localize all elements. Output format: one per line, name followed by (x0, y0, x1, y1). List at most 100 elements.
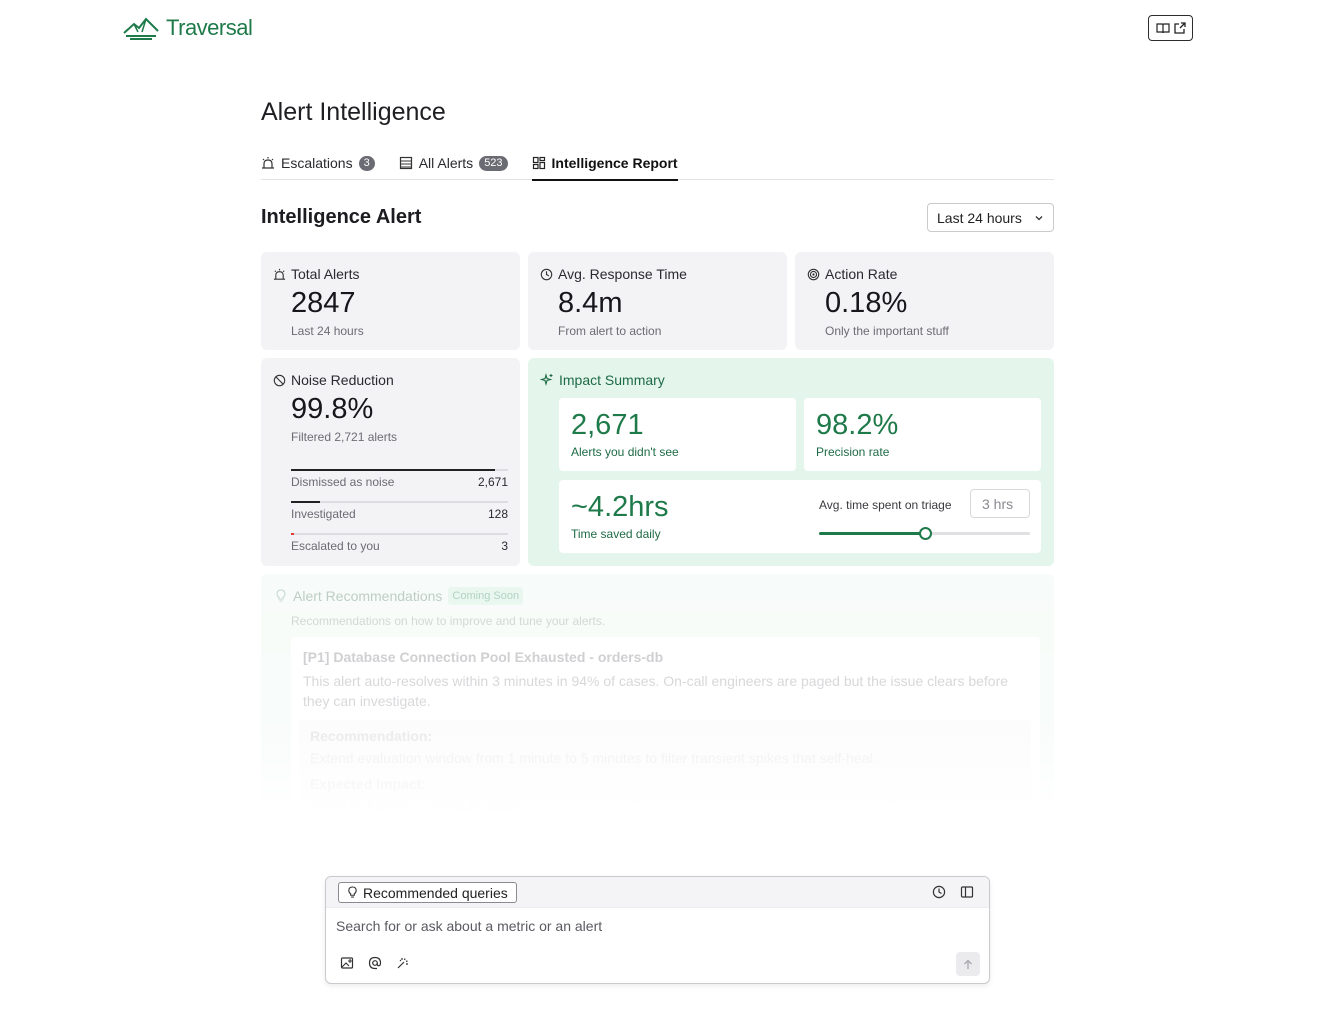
mountain-logo-icon (123, 17, 159, 40)
escalated-label: Escalated to you (291, 539, 380, 553)
recommendations-subtitle: Recommendations on how to improve and tu… (291, 614, 606, 628)
send-button[interactable] (956, 952, 980, 976)
brand-name: Traversal (166, 15, 253, 40)
noise-reduction-card: Noise Reduction 99.8% Filtered 2,721 ale… (261, 358, 520, 566)
siren-icon (273, 268, 286, 280)
investigated-bar-fill (291, 501, 321, 503)
unseen-alerts-box: 2,671 Alerts you didn't see (559, 398, 796, 471)
dismissed-count: 2,671 (477, 475, 508, 489)
response-time-card: Avg. Response Time 8.4m From alert to ac… (528, 252, 787, 350)
escalated-count: 3 (501, 539, 508, 553)
response-time-label: Avg. Response Time (558, 266, 687, 282)
tab-escalations-label: Escalations (281, 155, 353, 171)
total-alerts-value: 2847 (291, 287, 356, 319)
time-saved-label: Time saved daily (571, 527, 661, 541)
tab-intelligence-report[interactable]: Intelligence Report (531, 146, 678, 181)
triage-slider[interactable] (819, 527, 1030, 540)
response-time-sub: From alert to action (558, 324, 662, 338)
action-rate-sub: Only the important stuff (825, 324, 949, 338)
page-title: Alert Intelligence (261, 98, 446, 126)
bell-off-icon (273, 374, 286, 386)
history-icon[interactable] (931, 884, 947, 900)
target-icon (807, 268, 820, 280)
book-icon (1155, 23, 1170, 34)
action-rate-value: 0.18% (825, 287, 908, 319)
precision-value: 98.2% (816, 409, 899, 441)
tab-bar: Escalations 3 All Alerts 523 Intelligenc… (261, 146, 1054, 181)
recommendation-label: Recommendation: (310, 728, 433, 744)
image-upload-icon[interactable] (339, 955, 355, 971)
all-alerts-count-badge: 523 (479, 155, 508, 171)
total-alerts-sub: Last 24 hours (291, 324, 364, 338)
time-saved-box: ~4.2hrs Time saved daily Avg. time spent… (559, 480, 1041, 553)
lightbulb-icon (276, 589, 286, 602)
triage-time-input[interactable]: 3 hrs (970, 489, 1030, 518)
mention-icon[interactable] (367, 955, 383, 971)
action-rate-label: Action Rate (825, 266, 898, 282)
brand-logo[interactable]: Traversal (122, 14, 253, 42)
docs-button[interactable] (1148, 15, 1193, 41)
sparkles-icon (540, 373, 553, 387)
tab-intelligence-report-label: Intelligence Report (551, 155, 678, 171)
action-rate-card: Action Rate 0.18% Only the important stu… (795, 252, 1054, 350)
query-box-toolbar: Recommended queries (326, 877, 989, 908)
impact-summary-card: Impact Summary 2,671 Alerts you didn't s… (528, 358, 1054, 566)
tab-escalations[interactable]: Escalations 3 (261, 146, 375, 180)
time-range-value: Last 24 hours (937, 209, 1022, 226)
expected-impact-text: ~90% reduction in off-hours pages (310, 798, 524, 814)
recommendation-details: Recommendation: Extend evaluation window… (299, 720, 1031, 814)
chevron-down-icon (1035, 215, 1043, 220)
triage-slider-fill (819, 532, 925, 535)
sidebar-toggle-icon[interactable] (959, 884, 975, 900)
response-time-value: 8.4m (558, 287, 623, 319)
magic-wand-icon[interactable] (395, 955, 411, 971)
arrow-up-icon (964, 959, 972, 969)
dismissed-bar-fill (291, 469, 495, 471)
dashboard-icon (532, 156, 545, 170)
dismissed-label: Dismissed as noise (291, 475, 395, 489)
noise-row-dismissed: Dismissed as noise 2,671 (291, 469, 508, 489)
precision-box: 98.2% Precision rate (804, 398, 1041, 471)
noise-reduction-label: Noise Reduction (291, 372, 394, 388)
unseen-alerts-value: 2,671 (571, 409, 644, 441)
recommendation-alert-body: This alert auto-resolves within 3 minute… (303, 673, 1009, 709)
expected-impact-label: Expected Impact: (310, 776, 426, 792)
report-title: Intelligence Alert (261, 206, 422, 228)
time-range-select[interactable]: Last 24 hours (927, 203, 1054, 232)
triage-time-label: Avg. time spent on triage (819, 498, 952, 512)
precision-label: Precision rate (816, 445, 890, 459)
recommendation-text: Extend evaluation window from 1 minute t… (310, 750, 877, 766)
tab-all-alerts[interactable]: All Alerts 523 (399, 146, 508, 180)
triage-slider-handle[interactable] (918, 527, 932, 540)
unseen-alerts-label: Alerts you didn't see (571, 445, 679, 459)
alert-recommendations-panel: Alert Recommendations Coming Soon Recomm… (261, 574, 1054, 814)
query-input[interactable]: Search for or ask about a metric or an a… (336, 918, 602, 934)
tab-all-alerts-label: All Alerts (418, 155, 474, 171)
investigated-label: Investigated (291, 507, 356, 521)
total-alerts-label: Total Alerts (291, 266, 360, 282)
escalated-bar-fill (291, 533, 295, 535)
recommendations-title: Alert Recommendations (293, 588, 443, 604)
escalations-count-badge: 3 (358, 155, 375, 171)
recommendation-alert-title: [P1] Database Connection Pool Exhausted … (303, 649, 664, 665)
siren-icon (262, 157, 274, 169)
investigated-bar-track (291, 501, 508, 503)
lightbulb-icon (348, 886, 357, 898)
recommended-queries-label: Recommended queries (363, 884, 508, 901)
recommended-queries-button[interactable]: Recommended queries (338, 882, 517, 903)
time-saved-value: ~4.2hrs (571, 491, 669, 523)
coming-soon-badge: Coming Soon (448, 587, 524, 605)
noise-row-escalated: Escalated to you 3 (291, 533, 508, 553)
investigated-count: 128 (487, 507, 508, 521)
impact-summary-label: Impact Summary (559, 372, 665, 388)
noise-reduction-sub: Filtered 2,721 alerts (291, 430, 398, 444)
total-alerts-card: Total Alerts 2847 Last 24 hours (261, 252, 520, 350)
external-link-icon (1173, 21, 1186, 34)
escalated-bar-track (291, 533, 508, 535)
recommendation-card: [P1] Database Connection Pool Exhausted … (291, 637, 1040, 814)
clock-icon (540, 268, 553, 280)
table-icon (399, 156, 412, 170)
noise-row-investigated: Investigated 128 (291, 501, 508, 521)
query-box: Recommended queries Search for or ask ab… (325, 876, 990, 984)
noise-reduction-value: 99.8% (291, 393, 374, 425)
